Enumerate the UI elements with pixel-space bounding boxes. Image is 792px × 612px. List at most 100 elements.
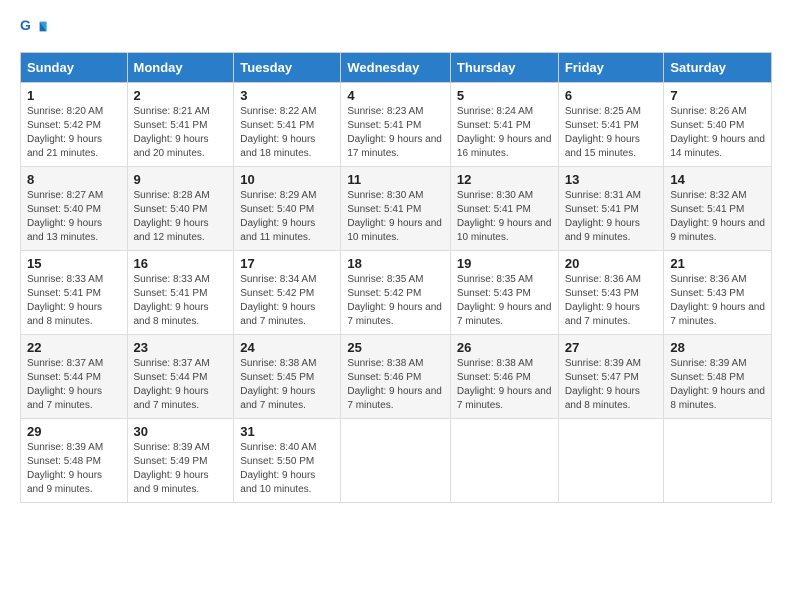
day-info: Sunrise: 8:39 AMSunset: 5:47 PMDaylight:…	[565, 357, 658, 413]
day-number: 20	[565, 256, 658, 271]
calendar-cell: 8 Sunrise: 8:27 AMSunset: 5:40 PMDaylight…	[21, 167, 128, 251]
day-number: 15	[27, 256, 121, 271]
calendar-table: SundayMondayTuesdayWednesdayThursdayFrid…	[20, 52, 772, 503]
day-number: 26	[457, 340, 552, 355]
day-number: 6	[565, 88, 658, 103]
day-number: 4	[347, 88, 444, 103]
calendar-week-row: 8 Sunrise: 8:27 AMSunset: 5:40 PMDaylight…	[21, 167, 772, 251]
day-info: Sunrise: 8:25 AMSunset: 5:41 PMDaylight:…	[565, 105, 658, 161]
calendar-week-row: 22 Sunrise: 8:37 AMSunset: 5:44 PMDayligh…	[21, 335, 772, 419]
day-info: Sunrise: 8:23 AMSunset: 5:41 PMDaylight:…	[347, 105, 444, 161]
header-tuesday: Tuesday	[234, 53, 341, 83]
day-number: 3	[240, 88, 334, 103]
header-monday: Monday	[127, 53, 234, 83]
day-number: 29	[27, 424, 121, 439]
day-info: Sunrise: 8:40 AMSunset: 5:50 PMDaylight:…	[240, 441, 334, 497]
header-wednesday: Wednesday	[341, 53, 451, 83]
calendar-cell: 27 Sunrise: 8:39 AMSunset: 5:47 PMDayligh…	[558, 335, 664, 419]
calendar-cell: 16Sunrise: 8:33 AMSunset: 5:41 PMDayligh…	[127, 251, 234, 335]
day-info: Sunrise: 8:28 AMSunset: 5:40 PMDaylight:…	[134, 189, 228, 245]
calendar-cell: 15 Sunrise: 8:33 AMSunset: 5:41 PMDayligh…	[21, 251, 128, 335]
calendar-cell: 5Sunrise: 8:24 AMSunset: 5:41 PMDaylight…	[450, 83, 558, 167]
calendar-cell: 18 Sunrise: 8:35 AMSunset: 5:42 PMDayligh…	[341, 251, 451, 335]
calendar-header-row: SundayMondayTuesdayWednesdayThursdayFrid…	[21, 53, 772, 83]
day-number: 24	[240, 340, 334, 355]
day-number: 28	[670, 340, 765, 355]
day-info: Sunrise: 8:38 AMSunset: 5:45 PMDaylight:…	[240, 357, 334, 413]
calendar-week-row: 1 Sunrise: 8:20 AMSunset: 5:42 PMDaylight…	[21, 83, 772, 167]
calendar-cell: 12 Sunrise: 8:30 AMSunset: 5:41 PMDayligh…	[450, 167, 558, 251]
header-sunday: Sunday	[21, 53, 128, 83]
day-info: Sunrise: 8:22 AMSunset: 5:41 PMDaylight:…	[240, 105, 334, 161]
day-number: 18	[347, 256, 444, 271]
day-number: 22	[27, 340, 121, 355]
calendar-cell: 30 Sunrise: 8:39 AMSunset: 5:49 PMDayligh…	[127, 419, 234, 503]
header-thursday: Thursday	[450, 53, 558, 83]
calendar-cell: 24 Sunrise: 8:38 AMSunset: 5:45 PMDayligh…	[234, 335, 341, 419]
calendar-cell: 19Sunrise: 8:35 AMSunset: 5:43 PMDayligh…	[450, 251, 558, 335]
day-info: Sunrise: 8:34 AMSunset: 5:42 PMDaylight:…	[240, 273, 334, 329]
day-number: 21	[670, 256, 765, 271]
day-info: Sunrise: 8:20 AMSunset: 5:42 PMDaylight:…	[27, 105, 121, 161]
calendar-cell: 22 Sunrise: 8:37 AMSunset: 5:44 PMDayligh…	[21, 335, 128, 419]
day-number: 23	[134, 340, 228, 355]
day-info: Sunrise: 8:30 AMSunset: 5:41 PMDaylight:…	[457, 189, 552, 245]
day-info: Sunrise: 8:39 AMSunset: 5:48 PMDaylight:…	[670, 357, 765, 413]
day-number: 8	[27, 172, 121, 187]
day-info: Sunrise: 8:36 AMSunset: 5:43 PMDaylight:…	[670, 273, 765, 329]
header-saturday: Saturday	[664, 53, 772, 83]
day-info: Sunrise: 8:37 AMSunset: 5:44 PMDaylight:…	[134, 357, 228, 413]
day-number: 14	[670, 172, 765, 187]
logo: G	[20, 16, 52, 44]
day-number: 9	[134, 172, 228, 187]
day-info: Sunrise: 8:30 AMSunset: 5:41 PMDaylight:…	[347, 189, 444, 245]
day-number: 16	[134, 256, 228, 271]
day-info: Sunrise: 8:26 AMSunset: 5:40 PMDaylight:…	[670, 105, 765, 161]
calendar-cell	[341, 419, 451, 503]
calendar-cell: 6 Sunrise: 8:25 AMSunset: 5:41 PMDaylight…	[558, 83, 664, 167]
day-info: Sunrise: 8:37 AMSunset: 5:44 PMDaylight:…	[27, 357, 121, 413]
day-number: 30	[134, 424, 228, 439]
day-info: Sunrise: 8:35 AMSunset: 5:42 PMDaylight:…	[347, 273, 444, 329]
calendar-cell: 2 Sunrise: 8:21 AMSunset: 5:41 PMDaylight…	[127, 83, 234, 167]
day-info: Sunrise: 8:35 AMSunset: 5:43 PMDaylight:…	[457, 273, 552, 329]
day-info: Sunrise: 8:33 AMSunset: 5:41 PMDaylight:…	[27, 273, 121, 329]
calendar-cell: 14Sunrise: 8:32 AMSunset: 5:41 PMDayligh…	[664, 167, 772, 251]
day-info: Sunrise: 8:39 AMSunset: 5:49 PMDaylight:…	[134, 441, 228, 497]
day-info: Sunrise: 8:31 AMSunset: 5:41 PMDaylight:…	[565, 189, 658, 245]
calendar-week-row: 29Sunrise: 8:39 AMSunset: 5:48 PMDayligh…	[21, 419, 772, 503]
day-number: 27	[565, 340, 658, 355]
calendar-cell: 7 Sunrise: 8:26 AMSunset: 5:40 PMDaylight…	[664, 83, 772, 167]
calendar-cell: 23 Sunrise: 8:37 AMSunset: 5:44 PMDayligh…	[127, 335, 234, 419]
day-info: Sunrise: 8:38 AMSunset: 5:46 PMDaylight:…	[347, 357, 444, 413]
day-number: 2	[134, 88, 228, 103]
calendar-cell: 26 Sunrise: 8:38 AMSunset: 5:46 PMDayligh…	[450, 335, 558, 419]
header-friday: Friday	[558, 53, 664, 83]
day-info: Sunrise: 8:21 AMSunset: 5:41 PMDaylight:…	[134, 105, 228, 161]
day-info: Sunrise: 8:29 AMSunset: 5:40 PMDaylight:…	[240, 189, 334, 245]
day-number: 25	[347, 340, 444, 355]
day-info: Sunrise: 8:38 AMSunset: 5:46 PMDaylight:…	[457, 357, 552, 413]
calendar-cell: 3 Sunrise: 8:22 AMSunset: 5:41 PMDaylight…	[234, 83, 341, 167]
day-number: 1	[27, 88, 121, 103]
day-number: 10	[240, 172, 334, 187]
calendar-cell: 25 Sunrise: 8:38 AMSunset: 5:46 PMDayligh…	[341, 335, 451, 419]
day-number: 12	[457, 172, 552, 187]
day-number: 17	[240, 256, 334, 271]
calendar-cell: 10 Sunrise: 8:29 AMSunset: 5:40 PMDayligh…	[234, 167, 341, 251]
calendar-cell: 17 Sunrise: 8:34 AMSunset: 5:42 PMDayligh…	[234, 251, 341, 335]
calendar-cell: 1 Sunrise: 8:20 AMSunset: 5:42 PMDaylight…	[21, 83, 128, 167]
day-number: 13	[565, 172, 658, 187]
svg-text:G: G	[20, 17, 31, 33]
calendar-cell: 31 Sunrise: 8:40 AMSunset: 5:50 PMDayligh…	[234, 419, 341, 503]
calendar-cell: 13 Sunrise: 8:31 AMSunset: 5:41 PMDayligh…	[558, 167, 664, 251]
calendar-cell: 20Sunrise: 8:36 AMSunset: 5:43 PMDayligh…	[558, 251, 664, 335]
calendar-cell: 9 Sunrise: 8:28 AMSunset: 5:40 PMDaylight…	[127, 167, 234, 251]
calendar-cell: 4 Sunrise: 8:23 AMSunset: 5:41 PMDaylight…	[341, 83, 451, 167]
day-number: 7	[670, 88, 765, 103]
day-number: 31	[240, 424, 334, 439]
page-header: G	[20, 16, 772, 44]
day-info: Sunrise: 8:27 AMSunset: 5:40 PMDaylight:…	[27, 189, 121, 245]
calendar-cell	[450, 419, 558, 503]
calendar-cell	[664, 419, 772, 503]
